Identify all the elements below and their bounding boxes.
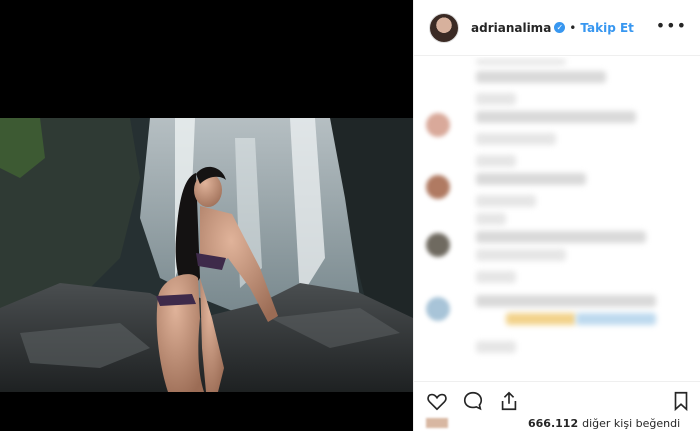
blurred-text — [476, 133, 556, 145]
share-icon[interactable] — [498, 390, 520, 412]
commenter-avatar[interactable] — [426, 233, 450, 257]
liker-avatar — [426, 418, 448, 428]
comment-item — [426, 109, 691, 169]
username-link[interactable]: adrianalima — [471, 21, 551, 35]
comment-item — [426, 171, 691, 231]
blurred-text — [476, 111, 636, 123]
blurred-text — [476, 173, 586, 185]
comments-list — [414, 57, 700, 381]
post-header: adrianalima ✓ • Takip Et ••• — [414, 0, 700, 56]
media-pane — [0, 0, 413, 431]
heart-icon[interactable] — [426, 390, 448, 412]
photo-illustration — [0, 118, 413, 392]
action-bar — [414, 381, 700, 417]
blurred-text — [476, 155, 516, 167]
comment-item — [426, 229, 691, 289]
blurred-emoji — [576, 313, 656, 325]
post-sidebar: adrianalima ✓ • Takip Et ••• 666.112 diğ… — [413, 0, 700, 431]
instagram-post-view: adrianalima ✓ • Takip Et ••• 666.112 diğ… — [0, 0, 700, 431]
blurred-text — [476, 195, 536, 207]
more-options-icon[interactable]: ••• — [656, 16, 687, 35]
blurred-text — [476, 295, 656, 307]
blurred-text — [476, 59, 566, 65]
likes-text: diğer kişi beğendi — [582, 416, 681, 430]
blurred-text — [476, 271, 516, 283]
separator-dot: • — [569, 20, 577, 35]
blurred-text — [476, 71, 606, 83]
verified-icon: ✓ — [554, 22, 566, 33]
blurred-text — [476, 213, 506, 225]
commenter-avatar[interactable] — [426, 175, 450, 199]
blurred-text — [476, 249, 566, 261]
blurred-emoji — [506, 313, 576, 325]
commenter-avatar[interactable] — [426, 113, 450, 137]
likes-count[interactable]: 666.112 — [528, 417, 578, 430]
follow-button[interactable]: Takip Et — [580, 21, 634, 35]
comment-item — [426, 293, 691, 353]
comment-item — [426, 57, 691, 117]
bookmark-icon[interactable] — [670, 390, 692, 412]
post-photo[interactable] — [0, 118, 413, 392]
avatar[interactable] — [429, 12, 459, 43]
blurred-text — [476, 93, 516, 105]
commenter-avatar[interactable] — [426, 297, 450, 321]
likes-row: 666.112 diğer kişi beğendi — [414, 415, 700, 431]
blurred-text — [476, 231, 646, 243]
comment-icon[interactable] — [462, 390, 484, 412]
blurred-text — [476, 341, 516, 353]
